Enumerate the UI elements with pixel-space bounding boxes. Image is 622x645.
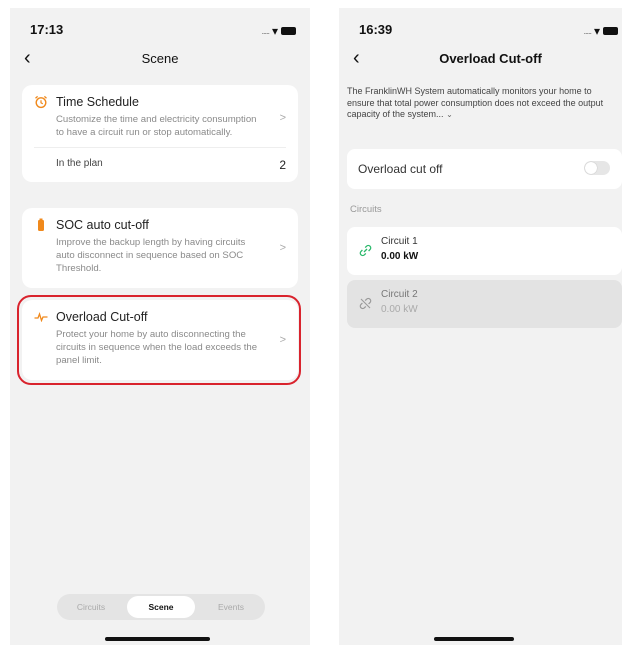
status-time: 17:13	[30, 22, 64, 37]
plan-count: 2	[279, 158, 286, 172]
circuit-row[interactable]: Circuit 1 0.00 kW	[347, 227, 622, 275]
page-title: Overload Cut-off	[439, 51, 542, 66]
tab-bar: Circuits Scene Events	[57, 594, 265, 620]
circuit-row[interactable]: Circuit 2 0.00 kW	[347, 280, 622, 328]
status-icons: ..... ▾	[261, 24, 296, 38]
card-title: Time Schedule	[56, 95, 139, 109]
home-indicator	[105, 637, 210, 641]
card-description: Improve the backup length by having circ…	[56, 237, 246, 274]
nav-bar: ‹ Overload Cut-off	[339, 48, 622, 72]
battery-status-icon	[281, 27, 296, 35]
scene-screen: 17:13 ..... ▾ ‹ Scene Time Schedule Cust…	[10, 8, 310, 645]
soc-cutoff-card[interactable]: SOC auto cut-off Improve the backup leng…	[22, 208, 298, 288]
plan-label: In the plan	[56, 158, 103, 169]
tab-circuits[interactable]: Circuits	[57, 602, 125, 612]
signal-icon: .....	[583, 26, 591, 36]
page-title: Scene	[141, 51, 179, 66]
card-title: SOC auto cut-off	[56, 218, 149, 232]
home-indicator	[434, 637, 514, 641]
battery-icon	[34, 218, 48, 232]
time-schedule-card[interactable]: Time Schedule Customize the time and ele…	[22, 85, 298, 182]
overload-toggle[interactable]	[584, 161, 610, 175]
wifi-icon: ▾	[593, 24, 600, 38]
circuit-power: 0.00 kW	[381, 251, 419, 262]
plan-row[interactable]: In the plan 2	[22, 148, 298, 182]
link-broken-icon	[359, 297, 372, 313]
circuit-name: Circuit 2	[381, 289, 418, 300]
alarm-clock-icon	[34, 95, 48, 109]
signal-icon: .....	[261, 26, 269, 36]
overload-toggle-row: Overload cut off	[347, 149, 622, 189]
link-icon	[359, 244, 372, 260]
status-icons: ..... ▾	[583, 24, 618, 38]
intro-body: The FranklinWH System automatically moni…	[347, 86, 604, 119]
chevron-right-icon: >	[279, 241, 286, 254]
status-bar: 16:39 ..... ▾	[339, 22, 622, 42]
wifi-icon: ▾	[271, 24, 278, 38]
overload-cutoff-screen: 16:39 ..... ▾ ‹ Overload Cut-off The Fra…	[339, 8, 622, 645]
toggle-knob	[585, 162, 597, 174]
chevron-right-icon: >	[279, 112, 286, 124]
intro-text: The FranklinWH System automatically moni…	[347, 86, 617, 121]
circuit-power: 0.00 kW	[381, 304, 418, 315]
highlight-box	[17, 295, 301, 385]
battery-status-icon	[603, 27, 618, 35]
circuit-name: Circuit 1	[381, 236, 418, 247]
status-bar: 17:13 ..... ▾	[10, 22, 310, 42]
section-label: Circuits	[350, 204, 382, 215]
card-description: Customize the time and electricity consu…	[56, 114, 257, 138]
tab-events[interactable]: Events	[197, 602, 265, 612]
tab-scene[interactable]: Scene	[127, 596, 195, 618]
toggle-label: Overload cut off	[358, 162, 443, 176]
status-time: 16:39	[359, 22, 393, 37]
nav-bar: ‹ Scene	[10, 48, 310, 72]
chevron-down-icon[interactable]: ⌄	[446, 110, 453, 119]
